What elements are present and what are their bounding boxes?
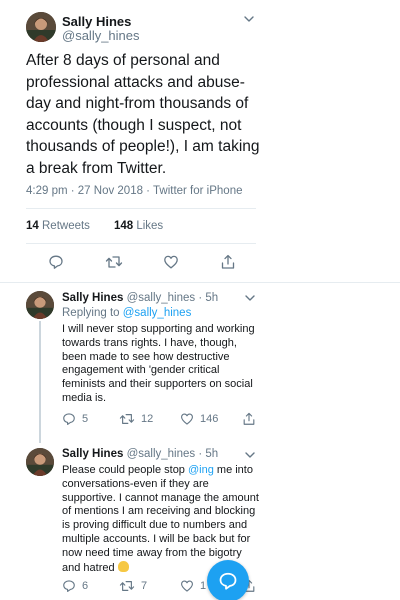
tweet-age: · 5h: [198, 292, 219, 304]
author-name[interactable]: Sally Hines: [62, 292, 123, 304]
share-icon[interactable]: [220, 254, 236, 270]
reply-icon[interactable]: [48, 254, 64, 270]
chevron-down-icon[interactable]: [244, 292, 256, 304]
retweet-icon: [119, 581, 135, 591]
tweet-stats: 14 Retweets 148 Likes: [26, 220, 163, 232]
reply-button[interactable]: 5: [62, 412, 88, 426]
likes-label: Likes: [136, 220, 164, 232]
tweet-actions: [26, 254, 256, 274]
retweets-count: 14: [26, 220, 39, 232]
share-icon[interactable]: [242, 412, 256, 426]
retweets-stat[interactable]: 14 Retweets: [26, 220, 90, 232]
retweets-label: Retweets: [42, 220, 90, 232]
retweet-button[interactable]: 12: [119, 412, 153, 426]
reply-icon: [63, 413, 75, 425]
like-button[interactable]: 1: [180, 579, 206, 593]
chevron-down-icon[interactable]: [244, 449, 256, 461]
compose-icon: [219, 572, 237, 590]
tweet-age: · 5h: [198, 448, 219, 460]
author-handle[interactable]: @sally_hines: [62, 28, 140, 43]
author-handle[interactable]: @sally_hines: [127, 448, 196, 460]
reply-text: Please could people stop @ing me into co…: [62, 464, 262, 575]
reply-button[interactable]: 6: [62, 579, 88, 593]
mention-link[interactable]: @ing: [188, 464, 214, 476]
like-count: 1: [200, 580, 207, 592]
avatar[interactable]: [26, 12, 56, 42]
thread-line: [39, 321, 41, 443]
likes-stat[interactable]: 148 Likes: [114, 220, 163, 232]
retweet-icon[interactable]: [105, 254, 123, 270]
retweet-icon: [119, 414, 135, 424]
like-button[interactable]: 146: [180, 412, 218, 426]
reply-tweet[interactable]: Sally Hines @sally_hines · 5h Replying t…: [0, 283, 400, 443]
retweet-count: 7: [141, 580, 148, 592]
likes-count: 148: [113, 220, 134, 232]
reply-tweet[interactable]: Sally Hines @sally_hines · 5h Please cou…: [0, 443, 400, 600]
reply-icon: [63, 580, 75, 592]
author-handle[interactable]: @sally_hines: [127, 292, 196, 304]
compose-button[interactable]: [207, 560, 249, 600]
divider: [26, 208, 256, 209]
main-tweet: Sally Hines @sally_hines After 8 days of…: [0, 0, 400, 282]
reply-actions: 5 12 146: [62, 412, 262, 428]
chevron-down-icon[interactable]: [243, 13, 255, 25]
heart-icon: [181, 413, 193, 425]
heart-icon[interactable]: [163, 254, 179, 270]
replying-to: Replying to @sally_hines: [62, 307, 191, 319]
replying-to-mention[interactable]: @sally_hines: [123, 307, 192, 319]
avatar[interactable]: [26, 291, 54, 319]
divider: [26, 243, 256, 244]
reply-count: 5: [82, 413, 89, 425]
author-name[interactable]: Sally Hines: [62, 448, 123, 460]
reply-text: I will never stop supporting and working…: [62, 323, 255, 404]
heart-icon: [181, 580, 193, 592]
replying-to-label: Replying to: [62, 307, 120, 319]
retweet-button[interactable]: 7: [119, 579, 147, 593]
reply-count: 6: [82, 580, 89, 592]
tweet-timestamp: 4:29 pm · 27 Nov 2018 · Twitter for iPho…: [26, 185, 243, 197]
reply-header: Sally Hines @sally_hines · 5h: [62, 448, 218, 460]
reply-header: Sally Hines @sally_hines · 5h: [62, 292, 218, 304]
avatar[interactable]: [26, 448, 54, 476]
tweet-text: After 8 days of personal and professiona…: [26, 52, 260, 177]
emoji-icon: [117, 560, 129, 572]
reply-text-end: me into conversations-even if they are s…: [62, 464, 259, 574]
author-name[interactable]: Sally Hines: [62, 14, 131, 29]
retweet-count: 12: [141, 413, 154, 425]
like-count: 146: [200, 413, 219, 425]
reply-text-start: Please could people stop: [62, 464, 188, 476]
